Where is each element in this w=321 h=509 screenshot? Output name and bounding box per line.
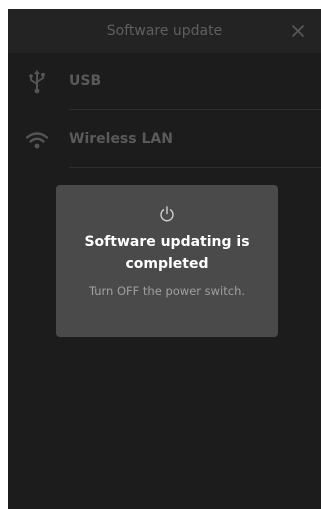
wifi-icon — [25, 132, 49, 149]
page-title: Software update — [106, 23, 223, 39]
dialog-message: Turn OFF the power switch. — [88, 284, 246, 298]
dialog-title: Software updating is completed — [84, 234, 250, 272]
power-icon — [160, 206, 174, 222]
list-item-label: USB — [69, 73, 102, 89]
list-item-wireless-lan[interactable]: Wireless LAN — [8, 111, 321, 167]
close-icon[interactable] — [289, 22, 307, 40]
divider — [69, 167, 321, 168]
device-screen: Software update USB Wireless LAN Softwar… — [8, 9, 321, 509]
list-item-label: Wireless LAN — [69, 131, 173, 147]
list-item-usb[interactable]: USB — [8, 53, 321, 109]
divider — [69, 109, 321, 110]
usb-icon — [29, 70, 45, 94]
header-bar: Software update — [8, 9, 321, 53]
update-complete-dialog: Software updating is completed Turn OFF … — [56, 185, 278, 337]
